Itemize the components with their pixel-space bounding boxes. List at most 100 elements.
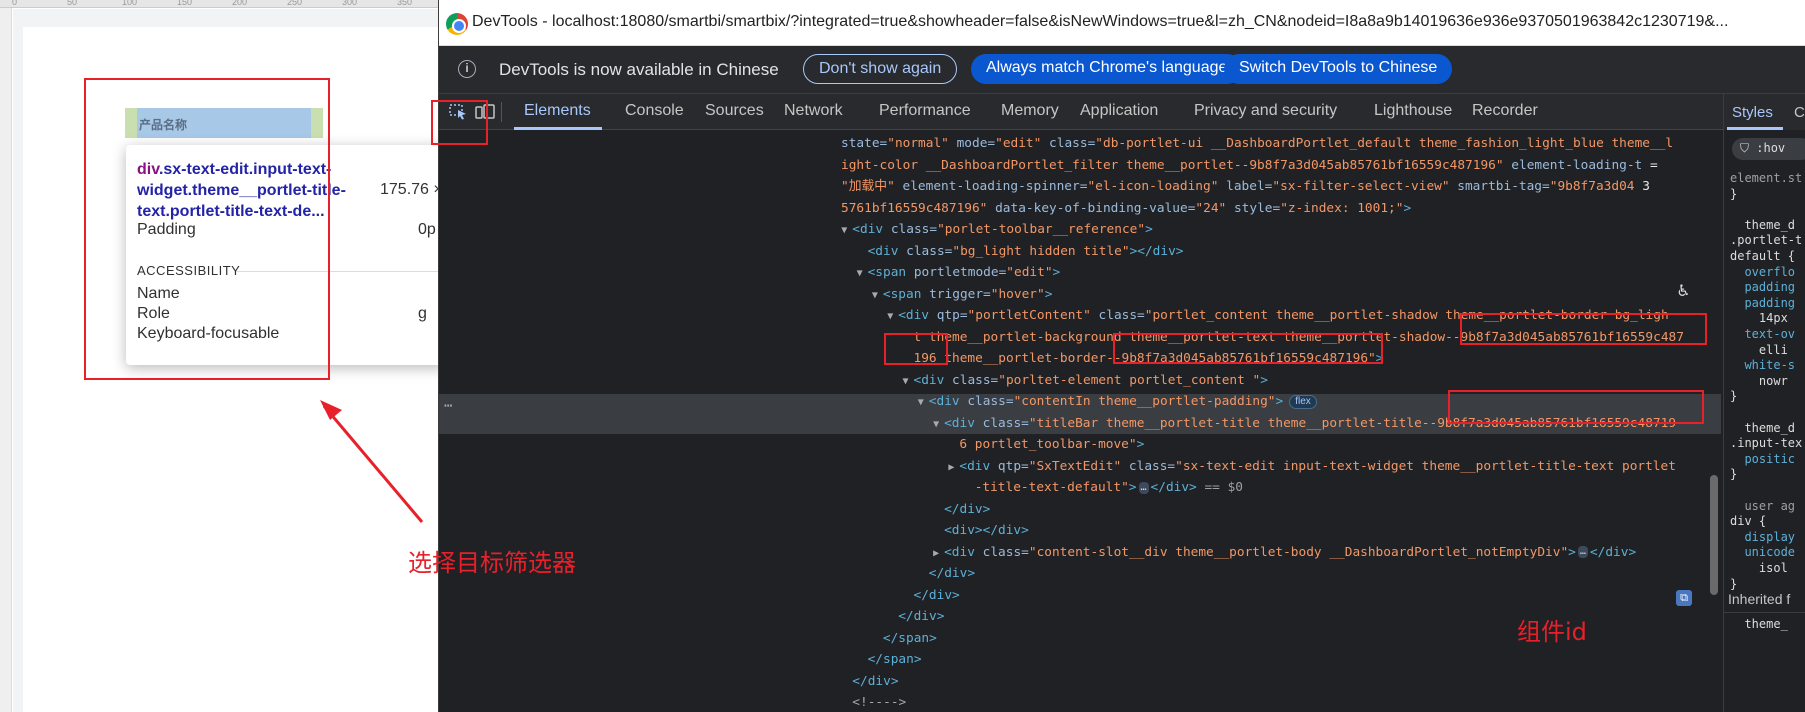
dom-node-line[interactable]: 5761bf16559c487196" data-key-of-binding-… [830,199,1411,219]
code-token: 5761bf16559c487196" [841,200,988,216]
infobar-message: DevTools is now available in Chinese [499,60,779,79]
expand-triangle-icon[interactable]: ▼ [887,307,898,327]
code-token: "加载中" [841,179,895,194]
dont-show-again-button[interactable]: Don't show again [803,54,958,84]
tab-lighthouse[interactable]: Lighthouse [1374,102,1452,120]
style-rule-line: .portlet-t [1730,233,1803,248]
ruler-mark: 50 [67,0,78,7]
devtools-titlebar: DevTools - localhost:18080/smartbi/smart… [439,0,1805,46]
code-token: <span [867,265,907,280]
expand-triangle-icon[interactable]: ▼ [933,415,944,435]
styles-tab-indicator [1727,127,1783,130]
dom-node-line[interactable]: "加载中" element-loading-spinner="el-icon-l… [830,177,1650,197]
collapsed-content-icon[interactable]: … [1577,546,1588,558]
copy-node-icon[interactable]: ⧉ [1676,590,1692,606]
dom-node-line[interactable]: </div> [841,672,898,692]
dom-node-line[interactable]: </div> [933,500,990,520]
dom-node-line[interactable]: </span> [857,650,922,670]
tab-sources[interactable]: Sources [705,102,764,120]
dom-node-line[interactable]: 6 portlet_toolbar-move"> [948,435,1144,455]
info-icon: i [458,60,476,78]
dom-node-line[interactable]: </div> [887,607,944,627]
styles-tab[interactable]: Styles [1732,104,1773,121]
dom-node-line[interactable]: </span> [872,629,937,649]
dom-node-line[interactable]: <div></div> [933,521,1029,541]
style-rule-line: div { [1730,514,1767,529]
switch-to-chinese-button[interactable]: Switch DevTools to Chinese [1224,54,1453,84]
style-rule-line: positic [1730,451,1796,466]
hov-toggle[interactable]: :hov [1756,141,1785,155]
dom-node-line[interactable]: ▼ <div class="contentIn theme__portlet-pa… [918,392,1317,412]
dom-node-line[interactable]: ▼ <div class="titleBar theme__portlet-tit… [933,414,1676,434]
dom-node-line[interactable]: ▼ <span portletmode="edit"> [857,263,1061,283]
tab-privacy-and-security[interactable]: Privacy and security [1194,102,1337,120]
tab-console[interactable]: Console [625,102,684,120]
style-rule-line: .input-tex [1730,436,1803,451]
styles-filter-input[interactable]: ⛉ :hov [1732,138,1805,160]
dom-node-line[interactable]: ▼ <span trigger="hover"> [872,285,1053,305]
style-rule-line: isol [1730,561,1788,575]
dom-node-line[interactable]: 196 theme__portlet-border--9b8f7a3d045ab… [903,349,1384,369]
code-token: <div [898,308,930,323]
expand-triangle-icon[interactable]: ▶ [933,544,944,564]
expand-triangle-icon[interactable]: ▼ [841,221,852,241]
dom-node-line[interactable]: state="normal" mode="edit" class="db-por… [830,134,1673,154]
accessibility-tree-icon[interactable]: ♿ [1678,280,1694,302]
dom-node-line[interactable]: ight-color __DashboardPortlet_filter the… [830,156,1658,176]
style-rule-line: } [1730,389,1738,404]
expand-triangle-icon[interactable]: ▶ [948,458,959,478]
dom-node-line[interactable]: t theme__portlet-background theme__portl… [903,328,1684,348]
code-token: "hover" [990,286,1045,302]
dom-node-line[interactable]: </div> [918,564,975,584]
dom-node-line[interactable]: ▼ <div qtp="portletContent" class="portle… [887,306,1668,326]
ruler-mark: 350 [397,0,413,7]
device-toolbar-icon[interactable] [475,104,495,120]
expand-triangle-icon[interactable]: ▼ [918,393,929,413]
expand-triangle-icon[interactable]: ▼ [872,286,883,306]
code-token: </div> [1150,480,1197,495]
tooltip-size: 175.76 × [380,181,443,198]
code-token: ></div> [1129,243,1184,259]
dom-node-line[interactable]: ▶ <div qtp="SxTextEdit" class="sx-text-ed… [948,457,1676,477]
tab-application[interactable]: Application [1080,102,1158,120]
vertical-ruler [0,8,12,712]
code-token: trigger= [921,286,991,302]
code-token: "edit" [1006,265,1053,280]
computed-tab[interactable]: C [1794,104,1805,121]
dom-tree-scrollbar[interactable] [1710,475,1718,595]
dom-node-line[interactable]: <!----> [841,693,906,712]
code-token: class= [944,372,999,388]
always-match-language-button[interactable]: Always match Chrome's language [971,54,1243,84]
code-token: "sx-text-edit input-text-widget theme__p… [1175,458,1676,474]
selected-node-marker: == $0 [1196,480,1243,495]
style-rule-line: padding [1730,295,1796,310]
dom-node-line[interactable]: <div class="bg_light hidden title"></div… [857,242,1184,262]
tab-memory[interactable]: Memory [1001,102,1059,120]
dom-node-line[interactable]: ▼ <div class="porlet-toolbar__reference"> [841,220,1153,240]
flex-badge[interactable]: flex [1289,394,1317,409]
dom-node-line[interactable]: -title-text-default">… </div> == $0 [964,478,1243,498]
dom-node-line[interactable]: ▶ <div class="content-slot__div theme__po… [933,543,1636,563]
code-token: portletmode= [906,265,1007,280]
code-token: class= [1121,458,1176,474]
code-token: "SxTextEdit" [1028,458,1122,474]
code-token: "titleBar theme__portlet-title theme__po… [1028,415,1677,431]
tab-recorder[interactable]: Recorder [1472,102,1538,120]
code-token: = [1642,157,1658,173]
expand-triangle-icon[interactable]: ▼ [857,264,868,284]
style-rule-line: } [1730,186,1738,201]
code-token: ight-color __DashboardPortlet_filter the… [841,157,1504,173]
tab-elements[interactable]: Elements [524,102,591,120]
code-token: </div> [898,609,945,624]
dom-node-line[interactable]: </div> [903,586,960,606]
filter-widget-title[interactable]: 产品名称 [125,108,323,138]
collapsed-content-icon[interactable]: … [1138,481,1149,494]
tab-performance[interactable]: Performance [879,102,971,120]
expand-triangle-icon[interactable]: ▼ [903,372,914,392]
tab-network[interactable]: Network [784,102,843,120]
horizontal-ruler: 0 50 100 150 200 250 300 350 [0,0,440,8]
style-rule-line: text-ov [1730,327,1796,341]
code-token: <div [913,372,945,388]
inspect-element-icon[interactable] [449,104,469,120]
dom-node-line[interactable]: ▼ <div class="porltet-element portlet_con… [903,371,1268,391]
